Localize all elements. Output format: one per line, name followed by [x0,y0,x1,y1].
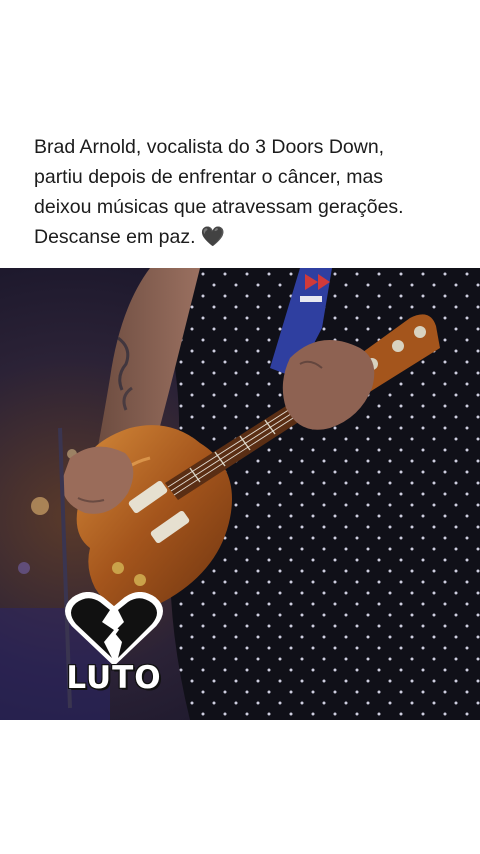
luto-label: LUTO [65,659,162,697]
post-photo[interactable]: LUTO [0,268,480,720]
post-caption: Brad Arnold, vocalista do 3 Doors Down, … [34,136,404,248]
luto-badge: LUTO [62,592,166,708]
broken-heart-icon [65,592,163,666]
